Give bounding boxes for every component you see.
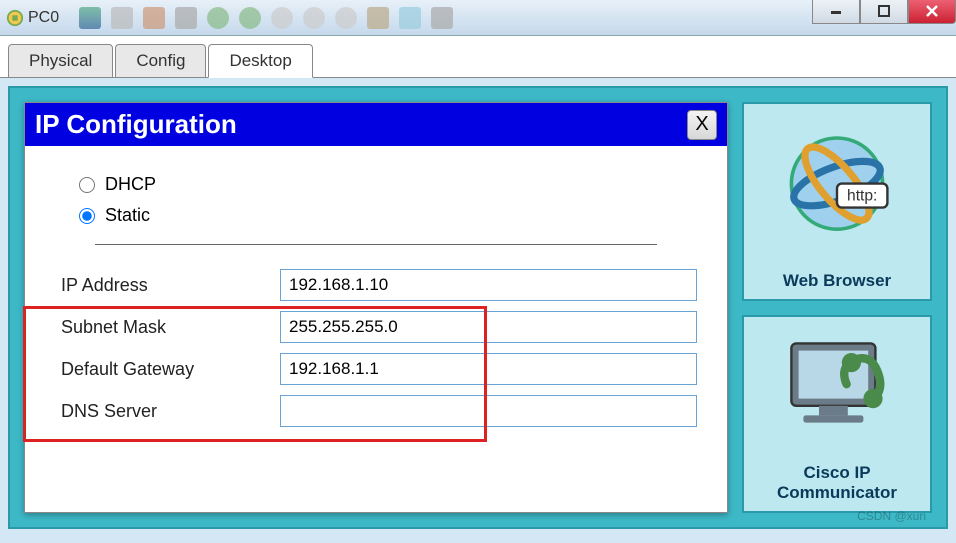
watermark: CSDN @xun (857, 509, 926, 523)
maximize-button[interactable] (860, 0, 908, 24)
dns-server-label: DNS Server (55, 401, 280, 422)
toolbar-options-icon[interactable] (431, 7, 453, 29)
toolbar-undo-icon[interactable] (207, 7, 229, 29)
toolbar-palette-icon[interactable] (399, 7, 421, 29)
static-radio[interactable] (79, 208, 95, 224)
web-browser-icon: http: (752, 112, 922, 261)
dhcp-radio-row[interactable]: DHCP (79, 174, 673, 195)
minimize-icon (830, 5, 842, 17)
window-titlebar: PC0 (0, 0, 956, 36)
maximize-icon (878, 5, 890, 17)
toolbar-paste-icon[interactable] (143, 7, 165, 29)
tab-desktop[interactable]: Desktop (208, 44, 312, 78)
dns-server-input[interactable] (280, 395, 697, 427)
toolbar-redo-icon[interactable] (239, 7, 261, 29)
subnet-mask-row: Subnet Mask (55, 311, 697, 343)
toolbar-zoom-fit-icon[interactable] (335, 7, 357, 29)
toolbar-save-icon[interactable] (79, 7, 101, 29)
subnet-mask-label: Subnet Mask (55, 317, 280, 338)
window-title: PC0 (28, 9, 59, 27)
default-gateway-label: Default Gateway (55, 359, 280, 380)
separator (95, 244, 657, 245)
toolbar-draw-icon[interactable] (367, 7, 389, 29)
cisco-ip-communicator-icon (752, 325, 922, 454)
dns-server-row: DNS Server (55, 395, 697, 427)
tab-physical[interactable]: Physical (8, 44, 113, 78)
close-button[interactable] (908, 0, 956, 24)
ip-config-close-button[interactable]: X (687, 110, 717, 140)
web-browser-tile[interactable]: http: Web Browser (742, 102, 932, 301)
default-gateway-input[interactable] (280, 353, 697, 385)
toolbar-copy-icon[interactable] (111, 7, 133, 29)
tab-bar: Physical Config Desktop (0, 36, 956, 78)
ip-config-title-text: IP Configuration (35, 109, 237, 140)
toolbar (79, 7, 453, 29)
toolbar-zoom-out-icon[interactable] (303, 7, 325, 29)
subnet-mask-input[interactable] (280, 311, 697, 343)
ip-config-body: DHCP Static IP Address Subnet Mask Defau… (25, 146, 727, 512)
window-controls (812, 0, 956, 24)
dhcp-radio[interactable] (79, 177, 95, 193)
default-gateway-row: Default Gateway (55, 353, 697, 385)
static-radio-row[interactable]: Static (79, 205, 673, 226)
desktop-shortcuts: http: Web Browser Cisco IP Communicator (742, 102, 932, 513)
svg-text:http:: http: (847, 188, 877, 205)
ip-address-input[interactable] (280, 269, 697, 301)
web-browser-label: Web Browser (783, 271, 891, 291)
app-icon (6, 9, 24, 27)
close-icon (925, 4, 939, 18)
ip-address-row: IP Address (55, 269, 697, 301)
cisco-ip-communicator-tile[interactable]: Cisco IP Communicator (742, 315, 932, 514)
ip-config-titlebar: IP Configuration X (25, 103, 727, 146)
cisco-ip-communicator-label: Cisco IP Communicator (752, 463, 922, 503)
ip-address-label: IP Address (55, 275, 280, 296)
static-label: Static (105, 205, 150, 226)
minimize-button[interactable] (812, 0, 860, 24)
toolbar-print-icon[interactable] (175, 7, 197, 29)
ip-config-dialog: IP Configuration X DHCP Static IP Addres… (24, 102, 728, 513)
desktop-panel: IP Configuration X DHCP Static IP Addres… (8, 86, 948, 529)
tab-config[interactable]: Config (115, 44, 206, 78)
dhcp-label: DHCP (105, 174, 156, 195)
toolbar-zoom-in-icon[interactable] (271, 7, 293, 29)
